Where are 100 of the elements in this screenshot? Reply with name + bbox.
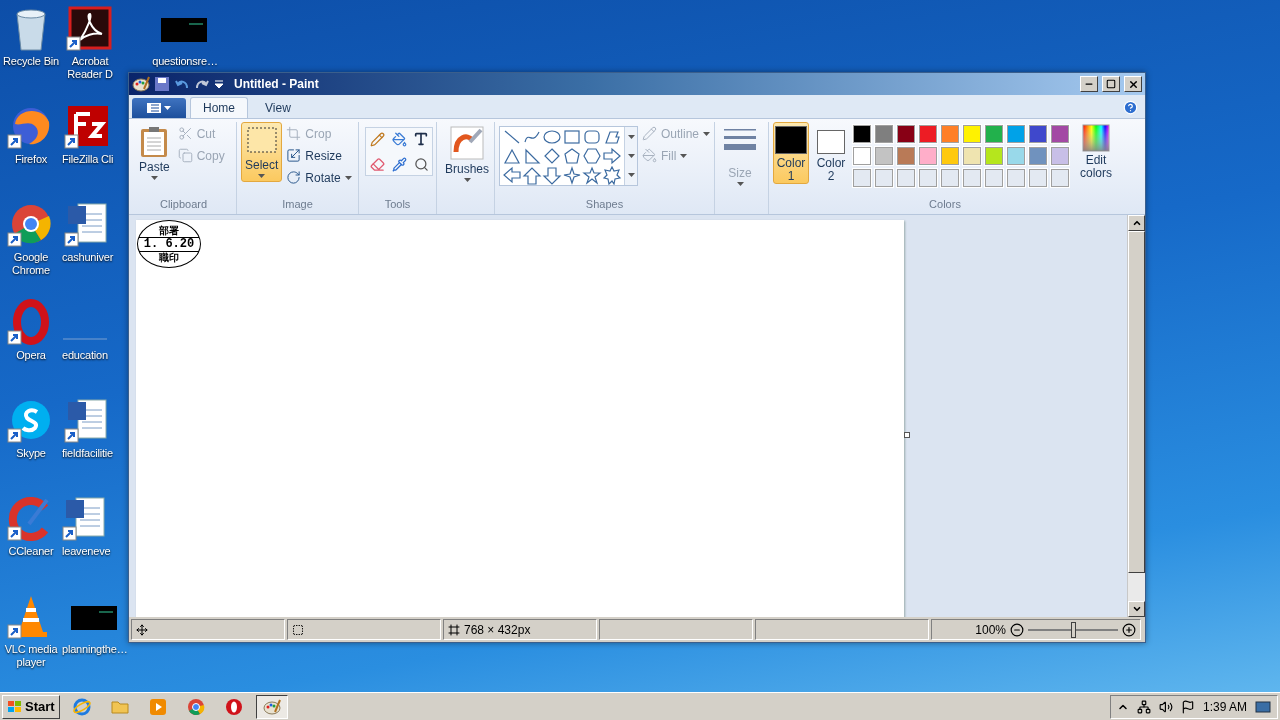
vertical-scrollbar[interactable] [1127, 215, 1145, 617]
color-swatch[interactable] [1007, 147, 1025, 165]
empty-swatch[interactable] [919, 169, 937, 187]
resize-button[interactable]: Resize [286, 146, 352, 165]
color-swatch[interactable] [963, 147, 981, 165]
brushes-button[interactable]: Brushes [441, 122, 494, 186]
volume-icon[interactable] [1158, 699, 1173, 714]
shape-icon[interactable] [602, 128, 622, 147]
edit-colors-button[interactable]: Edit colors [1073, 122, 1119, 182]
app-menu-button[interactable] [132, 98, 186, 118]
selection-icon [245, 126, 278, 156]
rotate-button[interactable]: Rotate [286, 168, 352, 187]
desktop-shortcut[interactable]: planningthe… [62, 592, 128, 656]
color-swatch[interactable] [985, 125, 1003, 143]
shape-icon[interactable] [542, 128, 562, 147]
empty-swatch[interactable] [1007, 169, 1025, 187]
caret-icon [703, 131, 711, 136]
maximize-button[interactable] [1102, 76, 1120, 92]
desktop-shortcut[interactable]: Firefox [7, 102, 55, 166]
windows-logo-icon [7, 699, 23, 714]
shape-icon[interactable] [522, 147, 542, 166]
flag-icon[interactable] [1180, 699, 1195, 714]
desktop-shortcut[interactable]: leaveneve [62, 494, 111, 558]
shape-icon[interactable] [522, 166, 542, 185]
empty-swatch[interactable] [875, 169, 893, 187]
close-button[interactable] [1124, 76, 1142, 92]
shape-icon[interactable] [582, 147, 602, 166]
color-swatch[interactable] [1029, 147, 1047, 165]
desktop-shortcut[interactable]: Google Chrome [3, 200, 59, 277]
color-swatch[interactable] [1007, 125, 1025, 143]
dropdown-icon[interactable] [214, 79, 224, 89]
color-swatch[interactable] [897, 125, 915, 143]
color-swatch[interactable] [1029, 125, 1047, 143]
desktop-shortcut[interactable]: CCleaner [7, 494, 55, 558]
network-icon[interactable] [1136, 699, 1151, 714]
paste-button[interactable]: Paste [135, 122, 174, 184]
desktop-shortcut[interactable]: Skype [7, 396, 55, 460]
clipboard-icon [140, 126, 169, 158]
empty-swatch[interactable] [1029, 169, 1047, 187]
empty-swatch[interactable] [853, 169, 871, 187]
color-swatch[interactable] [919, 147, 937, 165]
color-slot-button[interactable]: Color 1 [773, 122, 809, 184]
shape-icon[interactable] [502, 166, 522, 185]
color-swatch[interactable] [919, 125, 937, 143]
caret-icon [627, 154, 635, 158]
save-icon[interactable] [154, 76, 170, 92]
shape-icon[interactable] [582, 166, 602, 185]
minimize-button[interactable] [1080, 76, 1098, 92]
zoom-in-icon[interactable] [1122, 622, 1136, 637]
color-swatch[interactable] [853, 125, 871, 143]
ribbon-tab[interactable]: View [252, 97, 304, 118]
show-desktop-icon[interactable] [1255, 699, 1271, 714]
color-swatch[interactable] [875, 147, 893, 165]
color-swatch[interactable] [963, 125, 981, 143]
color-swatch[interactable] [941, 147, 959, 165]
shape-icon[interactable] [502, 147, 522, 166]
color-swatch[interactable] [941, 125, 959, 143]
desktop-shortcut[interactable]: fieldfacilitie [62, 396, 113, 460]
desktop-shortcut[interactable]: cashuniver [62, 200, 114, 264]
resize-handle[interactable] [904, 432, 910, 438]
shape-icon[interactable] [562, 166, 582, 185]
desktop-shortcut[interactable]: VLC media player [3, 592, 59, 669]
image-dimensions: 768 × 432px [464, 622, 531, 637]
shape-icon[interactable] [542, 166, 562, 185]
desktop-shortcut[interactable]: Acrobat Reader D [62, 4, 118, 81]
ribbon-tab[interactable]: Home [190, 97, 248, 118]
shape-icon[interactable] [602, 166, 622, 185]
shape-icon[interactable] [562, 128, 582, 147]
taskbar-button[interactable] [255, 694, 288, 719]
color-swatch[interactable] [875, 125, 893, 143]
slider-thumb[interactable] [1071, 621, 1076, 638]
zoom-level: 100% [975, 622, 1006, 637]
text-icon [413, 131, 429, 147]
color-swatch[interactable] [1051, 125, 1069, 143]
start-button[interactable]: Start [2, 694, 60, 719]
help-icon[interactable] [1123, 100, 1138, 115]
shape-icon[interactable] [542, 147, 562, 166]
shape-icon[interactable] [602, 147, 622, 166]
empty-swatch[interactable] [963, 169, 981, 187]
desktop-shortcut[interactable]: Opera [7, 298, 55, 362]
desktop-shortcut[interactable]: questionsre… [152, 4, 218, 68]
color-swatch[interactable] [853, 147, 871, 165]
empty-swatch[interactable] [1051, 169, 1069, 187]
color-swatch[interactable] [897, 147, 915, 165]
zoom-slider[interactable] [1028, 621, 1118, 638]
color-slot-button[interactable]: Color 2 [813, 122, 849, 184]
empty-swatch[interactable] [985, 169, 1003, 187]
select-button[interactable]: Select [241, 122, 283, 182]
color-swatch[interactable] [985, 147, 1003, 165]
zoom-out-icon[interactable] [1010, 622, 1024, 637]
gallery-scrollbar[interactable] [624, 127, 637, 185]
desktop-shortcut[interactable]: FileZilla Cli [62, 102, 114, 166]
shape-icon[interactable] [562, 147, 582, 166]
scissors-icon [177, 126, 193, 141]
desktop-shortcut[interactable]: Recycle Bin [3, 4, 59, 68]
desktop-shortcut[interactable]: education [62, 298, 108, 362]
empty-swatch[interactable] [897, 169, 915, 187]
empty-swatch[interactable] [941, 169, 959, 187]
color-swatch[interactable] [1051, 147, 1069, 165]
shape-icon[interactable] [582, 128, 602, 147]
